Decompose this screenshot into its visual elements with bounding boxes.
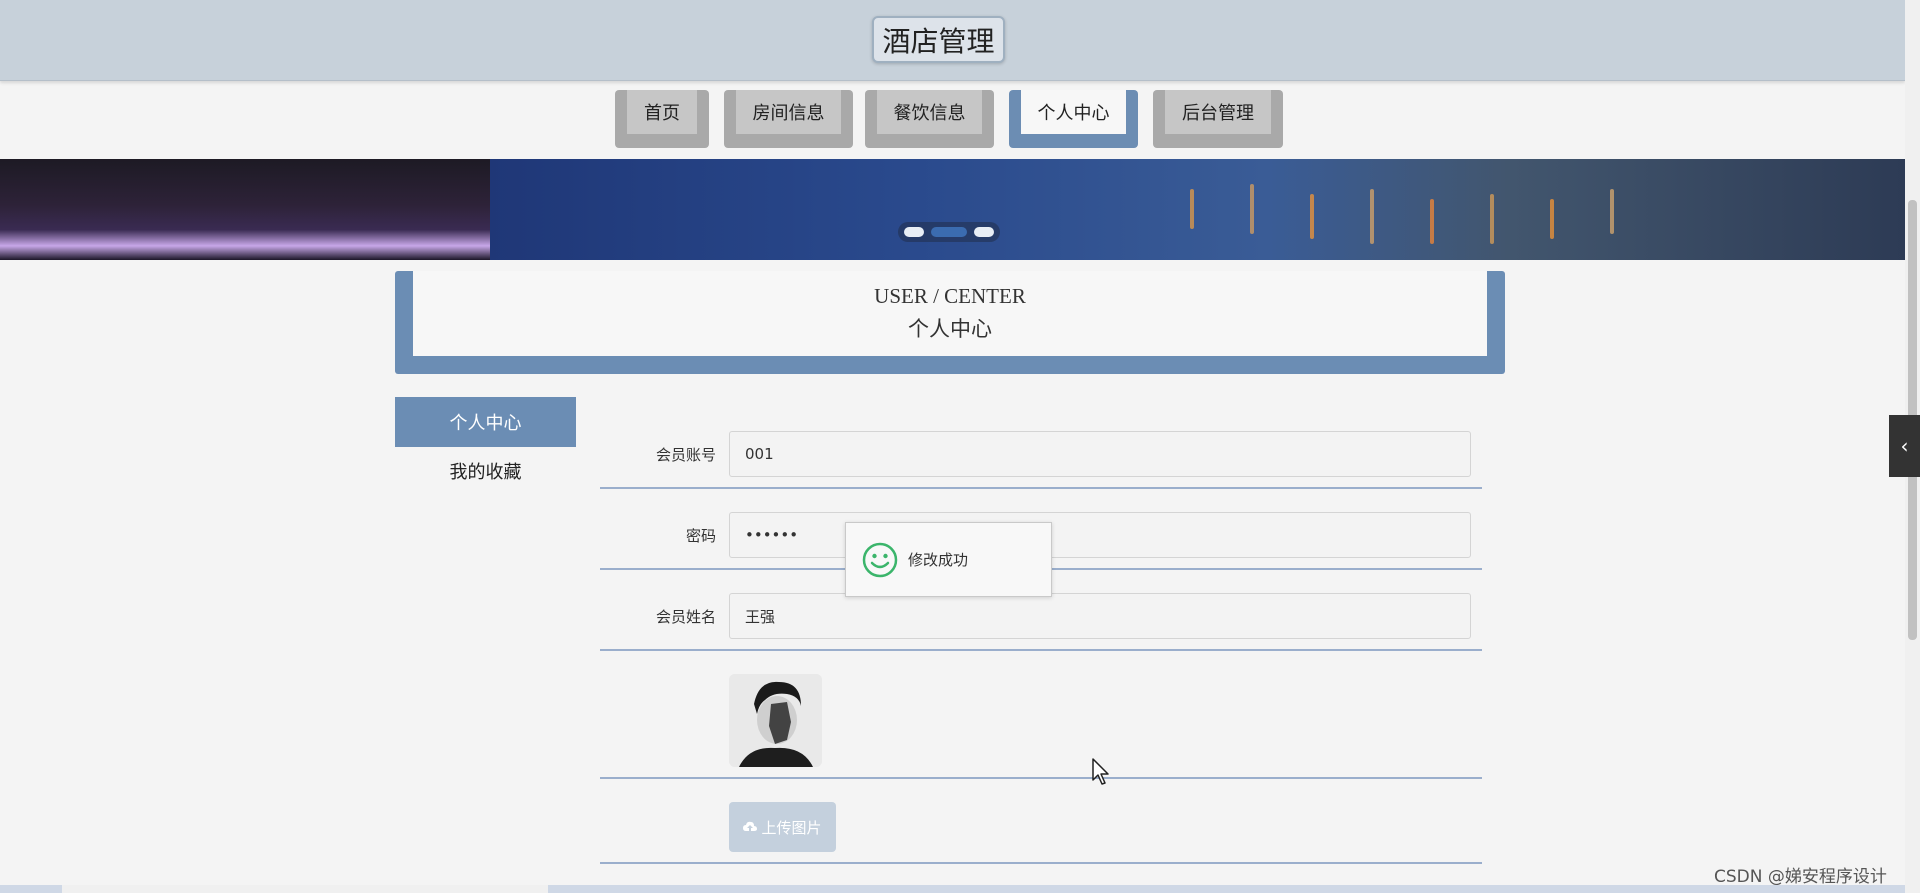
banner-carousel[interactable] <box>0 159 1905 260</box>
banner-image-left <box>0 159 490 260</box>
success-toast: 修改成功 <box>845 522 1052 597</box>
banner-image-main <box>490 159 1905 260</box>
watermark: CSDN @娣安程序设计 <box>1714 867 1887 887</box>
upload-image-button[interactable]: 上传图片 <box>729 802 836 852</box>
password-label: 密码 <box>685 527 716 545</box>
side-menu-favorites[interactable]: 我的收藏 <box>395 447 576 495</box>
carousel-dot-active[interactable] <box>931 227 967 237</box>
name-label: 会员姓名 <box>655 608 716 626</box>
section-title-box: USER / CENTER 个人中心 <box>395 271 1505 374</box>
mouse-cursor-icon <box>1092 758 1109 785</box>
chevron-left-icon: ‹ <box>1900 434 1909 458</box>
nav-item-dining[interactable]: 餐饮信息 <box>865 90 994 148</box>
side-menu-user-center[interactable]: 个人中心 <box>395 397 576 447</box>
cloud-upload-icon <box>743 821 758 831</box>
site-title[interactable]: 酒店管理 <box>872 16 1005 63</box>
upload-button-label: 上传图片 <box>761 818 822 837</box>
nav-item-label: 个人中心 <box>1021 90 1126 134</box>
nav-item-user-center[interactable]: 个人中心 <box>1009 90 1138 148</box>
nav-item-label: 后台管理 <box>1165 90 1271 134</box>
avatar-image <box>729 674 822 767</box>
carousel-dot[interactable] <box>974 227 994 237</box>
nav-item-admin[interactable]: 后台管理 <box>1153 90 1283 148</box>
account-input[interactable]: 001 <box>729 431 1471 477</box>
side-panel-toggle[interactable]: ‹ <box>1889 415 1920 477</box>
carousel-dot[interactable] <box>904 227 924 237</box>
top-header: 酒店管理 <box>0 0 1905 81</box>
nav-item-label: 餐饮信息 <box>877 90 982 134</box>
carousel-indicators <box>898 222 1000 242</box>
nav-item-label: 首页 <box>627 90 697 134</box>
nav-item-rooms[interactable]: 房间信息 <box>724 90 853 148</box>
avatar-portrait <box>729 674 822 767</box>
section-title-cn: 个人中心 <box>908 317 992 341</box>
nav-item-home[interactable]: 首页 <box>615 90 709 148</box>
toast-message: 修改成功 <box>908 551 969 569</box>
section-title-en: USER / CENTER <box>874 284 1026 308</box>
nav-item-label: 房间信息 <box>736 90 841 134</box>
smile-icon <box>862 542 898 577</box>
account-label: 会员账号 <box>655 446 716 464</box>
horizontal-scrollbar[interactable] <box>62 885 548 893</box>
password-input[interactable]: •••••• <box>729 512 1471 558</box>
name-input[interactable]: 王强 <box>729 593 1471 639</box>
